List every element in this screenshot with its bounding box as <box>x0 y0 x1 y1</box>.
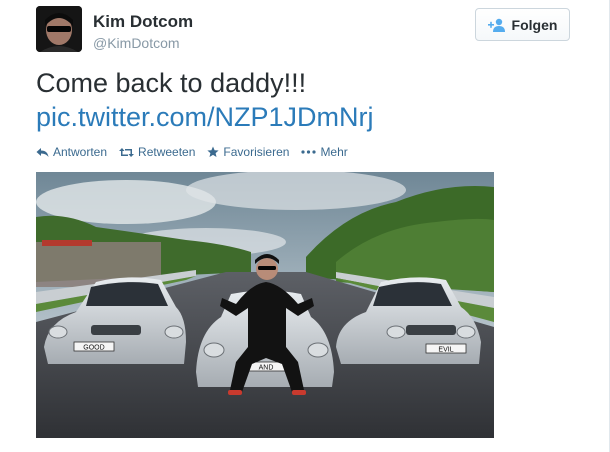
plate-middle: AND <box>259 365 274 372</box>
author-handle[interactable]: @KimDotcom <box>93 35 180 51</box>
favorite-label: Favorisieren <box>223 145 290 159</box>
follow-button[interactable]: Folgen <box>475 8 570 41</box>
tweet-card: Kim Dotcom @KimDotcom Folgen Come back t… <box>0 0 610 452</box>
more-label: Mehr <box>320 145 348 159</box>
retweet-icon <box>119 147 135 157</box>
more-action[interactable]: Mehr <box>301 145 348 159</box>
author-name[interactable]: Kim Dotcom <box>93 12 193 32</box>
reply-action[interactable]: Antworten <box>36 145 107 159</box>
follow-label: Folgen <box>511 16 558 33</box>
retweet-action[interactable]: Retweeten <box>119 145 195 159</box>
photo-image: GOOD EVIL AND <box>36 172 494 438</box>
tweet-media-link[interactable]: pic.twitter.com/NZP1JDmNrj <box>36 100 374 134</box>
tweet-actions: Antworten Retweeten Favorisieren Mehr <box>36 145 360 159</box>
plate-right: EVIL <box>438 347 453 354</box>
star-icon <box>207 146 220 157</box>
reply-label: Antworten <box>53 145 108 159</box>
favorite-action[interactable]: Favorisieren <box>207 145 289 159</box>
reply-icon <box>36 147 49 157</box>
plate-left: GOOD <box>83 345 104 352</box>
retweet-label: Retweeten <box>138 145 196 159</box>
add-user-icon <box>487 18 505 32</box>
avatar-image <box>36 6 82 52</box>
tweet-photo[interactable]: GOOD EVIL AND <box>36 172 494 438</box>
avatar[interactable] <box>36 6 82 52</box>
more-icon <box>301 150 317 154</box>
tweet-text: Come back to daddy!!! <box>36 68 307 98</box>
